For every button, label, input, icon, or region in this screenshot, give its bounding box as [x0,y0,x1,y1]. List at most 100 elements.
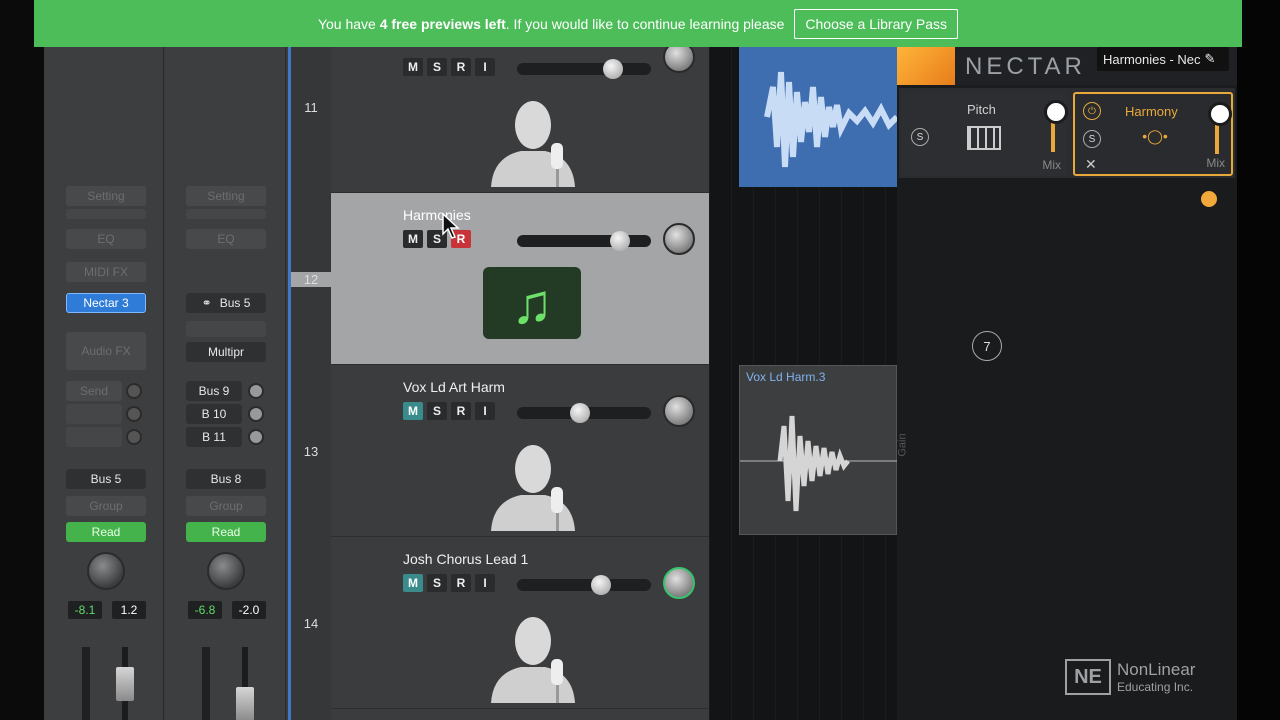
audio-fx-slot[interactable]: Audio FX [66,332,146,370]
solo-button[interactable]: S [427,574,447,592]
eq-display[interactable] [186,209,266,219]
eq-display[interactable] [66,209,146,219]
record-button[interactable]: R [451,402,471,420]
send-slot-3[interactable]: B 11 [186,427,242,447]
input-slot[interactable]: ⚭ Bus 5 [186,293,266,313]
eq-button[interactable]: EQ [186,229,266,249]
solo-module-icon[interactable]: S [911,128,929,146]
preset-selector[interactable]: Harmonies - Nec ✎ [1097,47,1229,71]
group-slot[interactable]: Group [66,496,146,516]
track-number-column: 11 12 13 14 [291,47,331,720]
watermark-line1: NonLinear [1117,660,1196,679]
harmony-mix-slider[interactable] [1208,102,1232,154]
pan-knob[interactable] [663,567,695,599]
send-knob[interactable] [248,406,264,422]
library-pass-button[interactable]: Choose a Library Pass [794,8,959,39]
plugin-slot-multipressor[interactable]: Multipr [186,342,266,362]
voice-indicator-dot[interactable] [1201,191,1217,207]
send-knob[interactable] [126,406,142,422]
close-icon[interactable]: ✕ [1085,156,1097,173]
volume-fader[interactable] [116,667,134,701]
volume-slider[interactable] [517,403,651,423]
edit-pencil-icon[interactable]: ✎ [1205,51,1216,67]
pitch-module[interactable]: Pitch S Mix [901,92,1068,176]
mute-button[interactable]: M [403,402,423,420]
input-monitor-button[interactable]: I [475,574,495,592]
send-slot-empty[interactable] [66,404,122,424]
volume-fader[interactable] [236,687,254,720]
volume-slider[interactable] [517,575,651,595]
volume-slider[interactable] [517,231,651,251]
automation-mode[interactable]: Read [186,522,266,542]
send-knob[interactable] [126,429,142,445]
send-slot-empty[interactable] [66,427,122,447]
mute-button[interactable]: M [403,58,423,76]
volume-slider-thumb[interactable] [603,59,624,79]
plugin-header: NECTAR Harmonies - Nec ✎ [897,47,1237,85]
nonlinear-logo: NE [1065,659,1111,695]
output-slot[interactable]: Bus 5 [66,469,146,489]
banner-text-before: You have [317,15,380,32]
pan-knob[interactable] [663,395,695,427]
pan-knob[interactable] [207,552,245,590]
pan-knob[interactable] [87,552,125,590]
track-name[interactable]: Harmonies [403,207,471,223]
volume-slider-thumb[interactable] [591,575,612,595]
track-header-selected[interactable]: Harmonies M S R ♫ [331,193,709,365]
waveform [764,71,897,168]
input-monitor-button[interactable]: I [475,402,495,420]
track-number: 13 [303,444,319,459]
link-icon: ⚭ [201,296,212,310]
channel-strip-right: Setting EQ ⚭ Bus 5 Multipr Bus 9 B 10 B 1… [166,47,286,720]
midi-fx-slot[interactable]: MIDI FX [66,262,146,282]
audio-region-selected[interactable] [739,47,897,187]
pan-value: -6.8 [188,601,222,619]
send-slot-2[interactable]: B 10 [186,404,242,424]
solo-button[interactable]: S [427,402,447,420]
eq-button[interactable]: EQ [66,229,146,249]
harmony-module[interactable]: Harmony ⏻ S ✕ •◯• Mix [1073,92,1233,176]
send-knob[interactable] [248,383,264,399]
send-knob[interactable] [248,429,264,445]
plugin-slot-empty[interactable] [186,321,266,337]
module-title: Harmony [1125,104,1178,119]
harmony-voices-icon: •◯• [1142,128,1168,144]
solo-button[interactable]: S [427,58,447,76]
power-icon[interactable]: ⏻ [1083,102,1101,120]
level-meter [82,647,90,720]
module-title: Pitch [967,102,996,117]
audio-region[interactable]: Vox Ld Harm.3 [739,365,898,535]
nectar-plugin-window: NECTAR Harmonies - Nec ✎ Pitch S Mix Har… [897,47,1237,720]
output-slot[interactable]: Bus 8 [186,469,266,489]
volume-slider[interactable] [517,59,651,79]
send-slot-1[interactable]: Bus 9 [186,381,242,401]
track-header[interactable]: Vox Ld Art Harm M S R I [331,365,709,537]
step-badge: 7 [972,331,1002,361]
track-headers: M S R I Harmonies M S R ♫ Vox Ld Art Har… [331,41,709,720]
banner-message: You have 4 free previews left. If you wo… [318,16,784,32]
mute-button[interactable]: M [403,574,423,592]
group-slot[interactable]: Group [186,496,266,516]
record-button[interactable]: R [451,574,471,592]
track-buttons: M S R I [403,402,495,420]
mute-button[interactable]: M [403,230,423,248]
input-monitor-button[interactable]: I [475,58,495,76]
solo-module-icon[interactable]: S [1083,130,1101,148]
plugin-brand: NECTAR [965,53,1086,80]
setting-button[interactable]: Setting [66,186,146,206]
record-button[interactable]: R [451,58,471,76]
pitch-mix-slider[interactable] [1044,100,1068,152]
send-slot[interactable]: Send [66,381,122,401]
piano-keys-icon [967,126,1001,150]
track-name[interactable]: Vox Ld Art Harm [403,379,505,395]
automation-mode[interactable]: Read [66,522,146,542]
send-knob[interactable] [126,383,142,399]
track-name[interactable]: Josh Chorus Lead 1 [403,551,528,567]
volume-slider-thumb[interactable] [610,231,631,251]
plugin-slot-nectar[interactable]: Nectar 3 [66,293,146,313]
setting-button[interactable]: Setting [186,186,266,206]
track-header[interactable]: Josh Chorus Lead 1 M S R I [331,537,709,709]
arrange-area[interactable]: Vox Ld Harm.3 [709,47,898,720]
pan-knob[interactable] [663,223,695,255]
volume-slider-thumb[interactable] [569,403,590,423]
